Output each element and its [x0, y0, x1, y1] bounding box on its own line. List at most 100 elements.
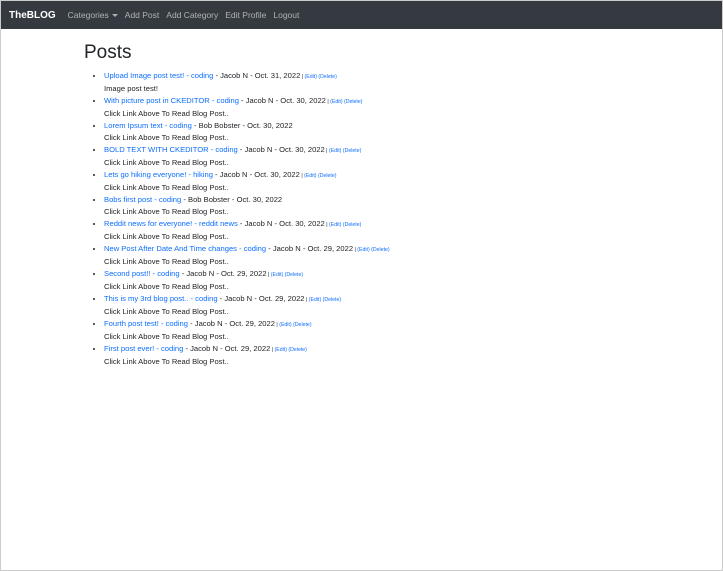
post-date: Oct. 29, 2022	[224, 344, 271, 353]
separator: -	[247, 71, 255, 80]
post-category-link[interactable]: coding	[159, 195, 181, 204]
post-category-link[interactable]: coding	[215, 145, 237, 154]
post-title-link[interactable]: Lorem Ipsum text	[104, 121, 163, 130]
post-title-link[interactable]: This is my 3rd blog post..	[104, 294, 188, 303]
post-item: With picture post in CKEDITOR - coding -…	[104, 95, 722, 120]
post-list: Upload Image post test! - coding - Jacob…	[84, 70, 722, 368]
post-title-link[interactable]: Upload Image post test!	[104, 71, 184, 80]
edit-link[interactable]: (Edit)	[279, 322, 291, 328]
post-body: Image post test!	[104, 84, 159, 93]
edit-link[interactable]: (Edit)	[357, 247, 369, 253]
post-title-link[interactable]: Lets go hiking everyone!	[104, 170, 186, 179]
delete-label: Delete	[294, 322, 310, 328]
post-actions: | (Edit) (Delete)	[274, 322, 312, 328]
delete-label: Delete	[319, 173, 335, 179]
post-body: Click Link Above To Read Blog Post..	[104, 357, 229, 366]
navbar: TheBLOG Categories Add Post Add Category…	[1, 1, 722, 29]
post-category-link[interactable]: coding	[217, 96, 239, 105]
post-item: Upload Image post test! - coding - Jacob…	[104, 70, 722, 95]
post-title-link[interactable]: Fourth post test!	[104, 319, 159, 328]
post-item: This is my 3rd blog post.. - coding - Ja…	[104, 293, 722, 318]
nav-add-post[interactable]: Add Post	[125, 10, 160, 20]
post-category-link[interactable]: coding	[195, 294, 217, 303]
edit-link[interactable]: (Edit)	[329, 222, 341, 228]
post-title-link[interactable]: With picture post in CKEDITOR	[104, 96, 210, 105]
edit-link[interactable]: (Edit)	[329, 148, 341, 154]
post-author: Jacob N	[194, 319, 223, 328]
delete-link[interactable]: (Delete)	[343, 148, 361, 154]
separator: -	[214, 269, 221, 278]
edit-link[interactable]: (Edit)	[330, 99, 342, 105]
post-category-link[interactable]: hiking	[193, 170, 213, 179]
separator: -	[152, 195, 159, 204]
post-item: Bobs first post - coding - Bob Bobster -…	[104, 194, 722, 218]
post-date: Oct. 29, 2022	[307, 244, 354, 253]
delete-link[interactable]: (Delete)	[318, 173, 336, 179]
delete-link[interactable]: (Delete)	[285, 272, 303, 278]
edit-label: Edit	[310, 297, 320, 303]
edit-link[interactable]: (Edit)	[271, 272, 283, 278]
post-author: Jacob N	[220, 71, 248, 80]
edit-link[interactable]: (Edit)	[304, 173, 316, 179]
post-body: Click Link Above To Read Blog Post..	[104, 307, 229, 316]
delete-link[interactable]: (Delete)	[288, 347, 306, 353]
post-actions: | (Edit) (Delete)	[300, 74, 337, 80]
edit-link[interactable]: (Edit)	[309, 297, 321, 303]
delete-link[interactable]: (Delete)	[318, 74, 336, 80]
delete-label: Delete	[324, 297, 340, 303]
post-body: Click Link Above To Read Blog Post..	[104, 257, 229, 266]
post-item: Lets go hiking everyone! - hiking - Jaco…	[104, 169, 722, 194]
post-category-link[interactable]: coding	[157, 269, 179, 278]
delete-link[interactable]: (Delete)	[344, 99, 362, 105]
edit-label: Edit	[359, 247, 368, 253]
post-title-link[interactable]: Bobs first post	[104, 195, 152, 204]
post-title-link[interactable]: Reddit news for everyone!	[104, 219, 192, 228]
post-author: Jacob N	[224, 294, 253, 303]
delete-link[interactable]: (Delete)	[293, 322, 311, 328]
nav-edit-profile[interactable]: Edit Profile	[225, 10, 266, 20]
post-category-link[interactable]: coding	[244, 244, 266, 253]
post-author: Jacob N	[244, 219, 273, 228]
post-actions: | (Edit) (Delete)	[266, 272, 304, 278]
post-date: Oct. 30, 2022	[279, 219, 325, 228]
post-title-link[interactable]: Second post!!	[104, 269, 150, 278]
post-body: Click Link Above To Read Blog Post..	[104, 158, 229, 167]
delete-link[interactable]: (Delete)	[343, 222, 361, 228]
post-body: Click Link Above To Read Blog Post..	[104, 207, 229, 216]
post-item: New Post After Date And Time changes - c…	[104, 243, 722, 268]
nav-categories-label: Categories	[67, 10, 109, 20]
separator: -	[236, 244, 244, 253]
post-title-link[interactable]: New Post After Date And Time changes	[104, 244, 237, 253]
edit-link[interactable]: (Edit)	[275, 347, 287, 353]
post-item: Reddit news for everyone! - reddit news …	[104, 218, 722, 243]
nav-add-category[interactable]: Add Category	[166, 10, 218, 20]
separator: -	[181, 195, 189, 204]
post-category-link[interactable]: reddit news	[199, 219, 238, 228]
post-category-link[interactable]: coding	[166, 319, 188, 328]
separator: -	[191, 121, 199, 130]
edit-link[interactable]: (Edit)	[305, 74, 317, 80]
post-body: Click Link Above To Read Blog Post..	[104, 183, 229, 192]
post-item: First post ever! - coding - Jacob N - Oc…	[104, 343, 722, 368]
edit-label: Edit	[330, 148, 340, 154]
separator: -	[184, 71, 191, 80]
separator: -	[237, 219, 245, 228]
post-body: Click Link Above To Read Blog Post..	[104, 232, 229, 241]
edit-label: Edit	[276, 347, 286, 353]
post-author: Jacob N	[190, 344, 218, 353]
nav-categories-dropdown[interactable]: Categories	[68, 10, 118, 20]
post-actions: | (Edit) (Delete)	[324, 148, 362, 154]
delete-link[interactable]: (Delete)	[371, 247, 389, 253]
post-title-link[interactable]: First post ever!	[104, 344, 154, 353]
post-category-link[interactable]: coding	[161, 344, 183, 353]
post-category-link[interactable]: coding	[169, 121, 191, 130]
separator: -	[252, 294, 259, 303]
brand-link[interactable]: TheBLOG	[9, 10, 56, 21]
post-item: Lorem Ipsum text - coding - Bob Bobster …	[104, 120, 722, 144]
delete-link[interactable]: (Delete)	[323, 297, 341, 303]
post-category-link[interactable]: coding	[191, 71, 213, 80]
delete-label: Delete	[345, 99, 361, 105]
nav-logout[interactable]: Logout	[273, 10, 299, 20]
post-date: Oct. 29, 2022	[229, 319, 275, 328]
post-title-link[interactable]: BOLD TEXT WITH CKEDITOR	[104, 145, 209, 154]
